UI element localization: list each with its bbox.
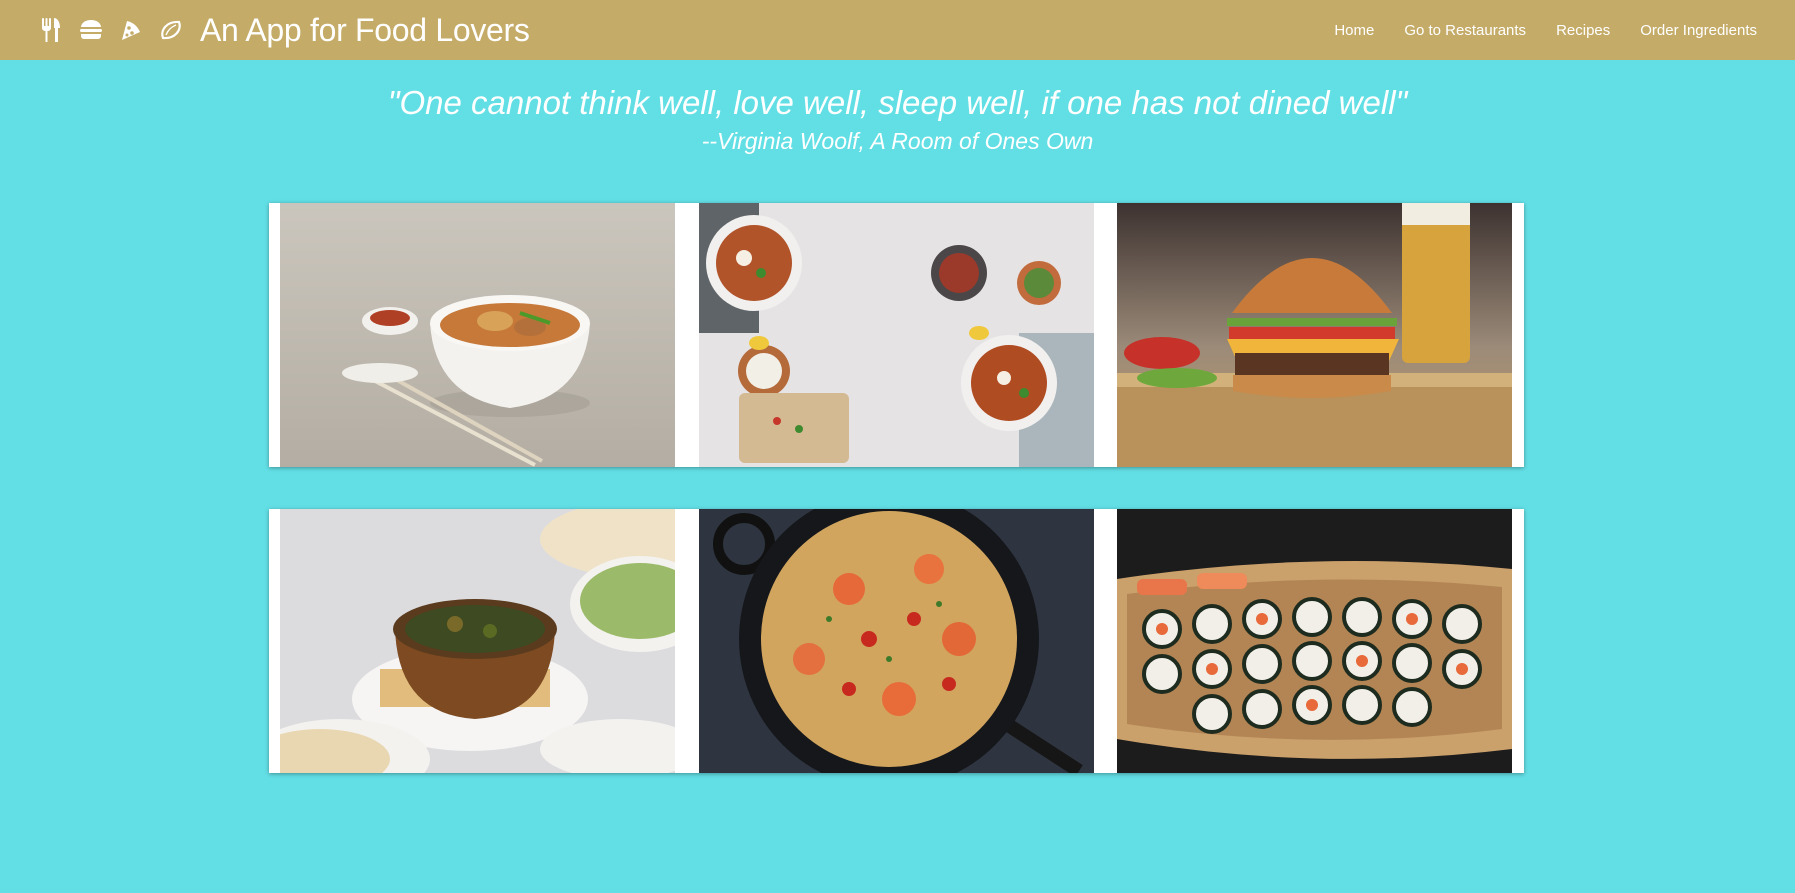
- lemon-icon: [158, 17, 184, 43]
- brand-icons: [38, 17, 184, 43]
- shrimp-spaghetti-photo[interactable]: [699, 509, 1094, 773]
- curry-with-naan-photo[interactable]: [280, 509, 675, 773]
- nav-link-home[interactable]: Home: [1334, 22, 1374, 39]
- noodle-soup-photo[interactable]: [280, 203, 675, 467]
- sweet-potato-fries-photo[interactable]: [699, 203, 1094, 467]
- quote-attribution: --Virginia Woolf, A Room of Ones Own: [701, 128, 1094, 154]
- gallery-row: [269, 203, 1524, 467]
- nav-link-order-ingredients[interactable]: Order Ingredients: [1640, 22, 1757, 39]
- hamburger-icon: [78, 17, 104, 43]
- sushi-boat-photo[interactable]: [1117, 509, 1512, 773]
- cheeseburger-photo[interactable]: [1117, 203, 1512, 467]
- top-navbar: An App for Food Lovers Home Go to Restau…: [0, 0, 1795, 60]
- nav-link-go-to-restaurants[interactable]: Go to Restaurants: [1404, 22, 1526, 39]
- quote-block: "One cannot think well, love well, sleep…: [0, 82, 1795, 156]
- utensils-icon: [38, 17, 64, 43]
- nav-link-recipes[interactable]: Recipes: [1556, 22, 1610, 39]
- nav-links: Home Go to Restaurants Recipes Order Ing…: [1334, 22, 1757, 39]
- app-title[interactable]: An App for Food Lovers: [200, 12, 530, 49]
- gallery-row: [269, 509, 1524, 773]
- brand[interactable]: An App for Food Lovers: [38, 12, 530, 49]
- food-gallery: [269, 203, 1524, 773]
- quote-text: "One cannot think well, love well, sleep…: [387, 84, 1408, 121]
- pizza-slice-icon: [118, 17, 144, 43]
